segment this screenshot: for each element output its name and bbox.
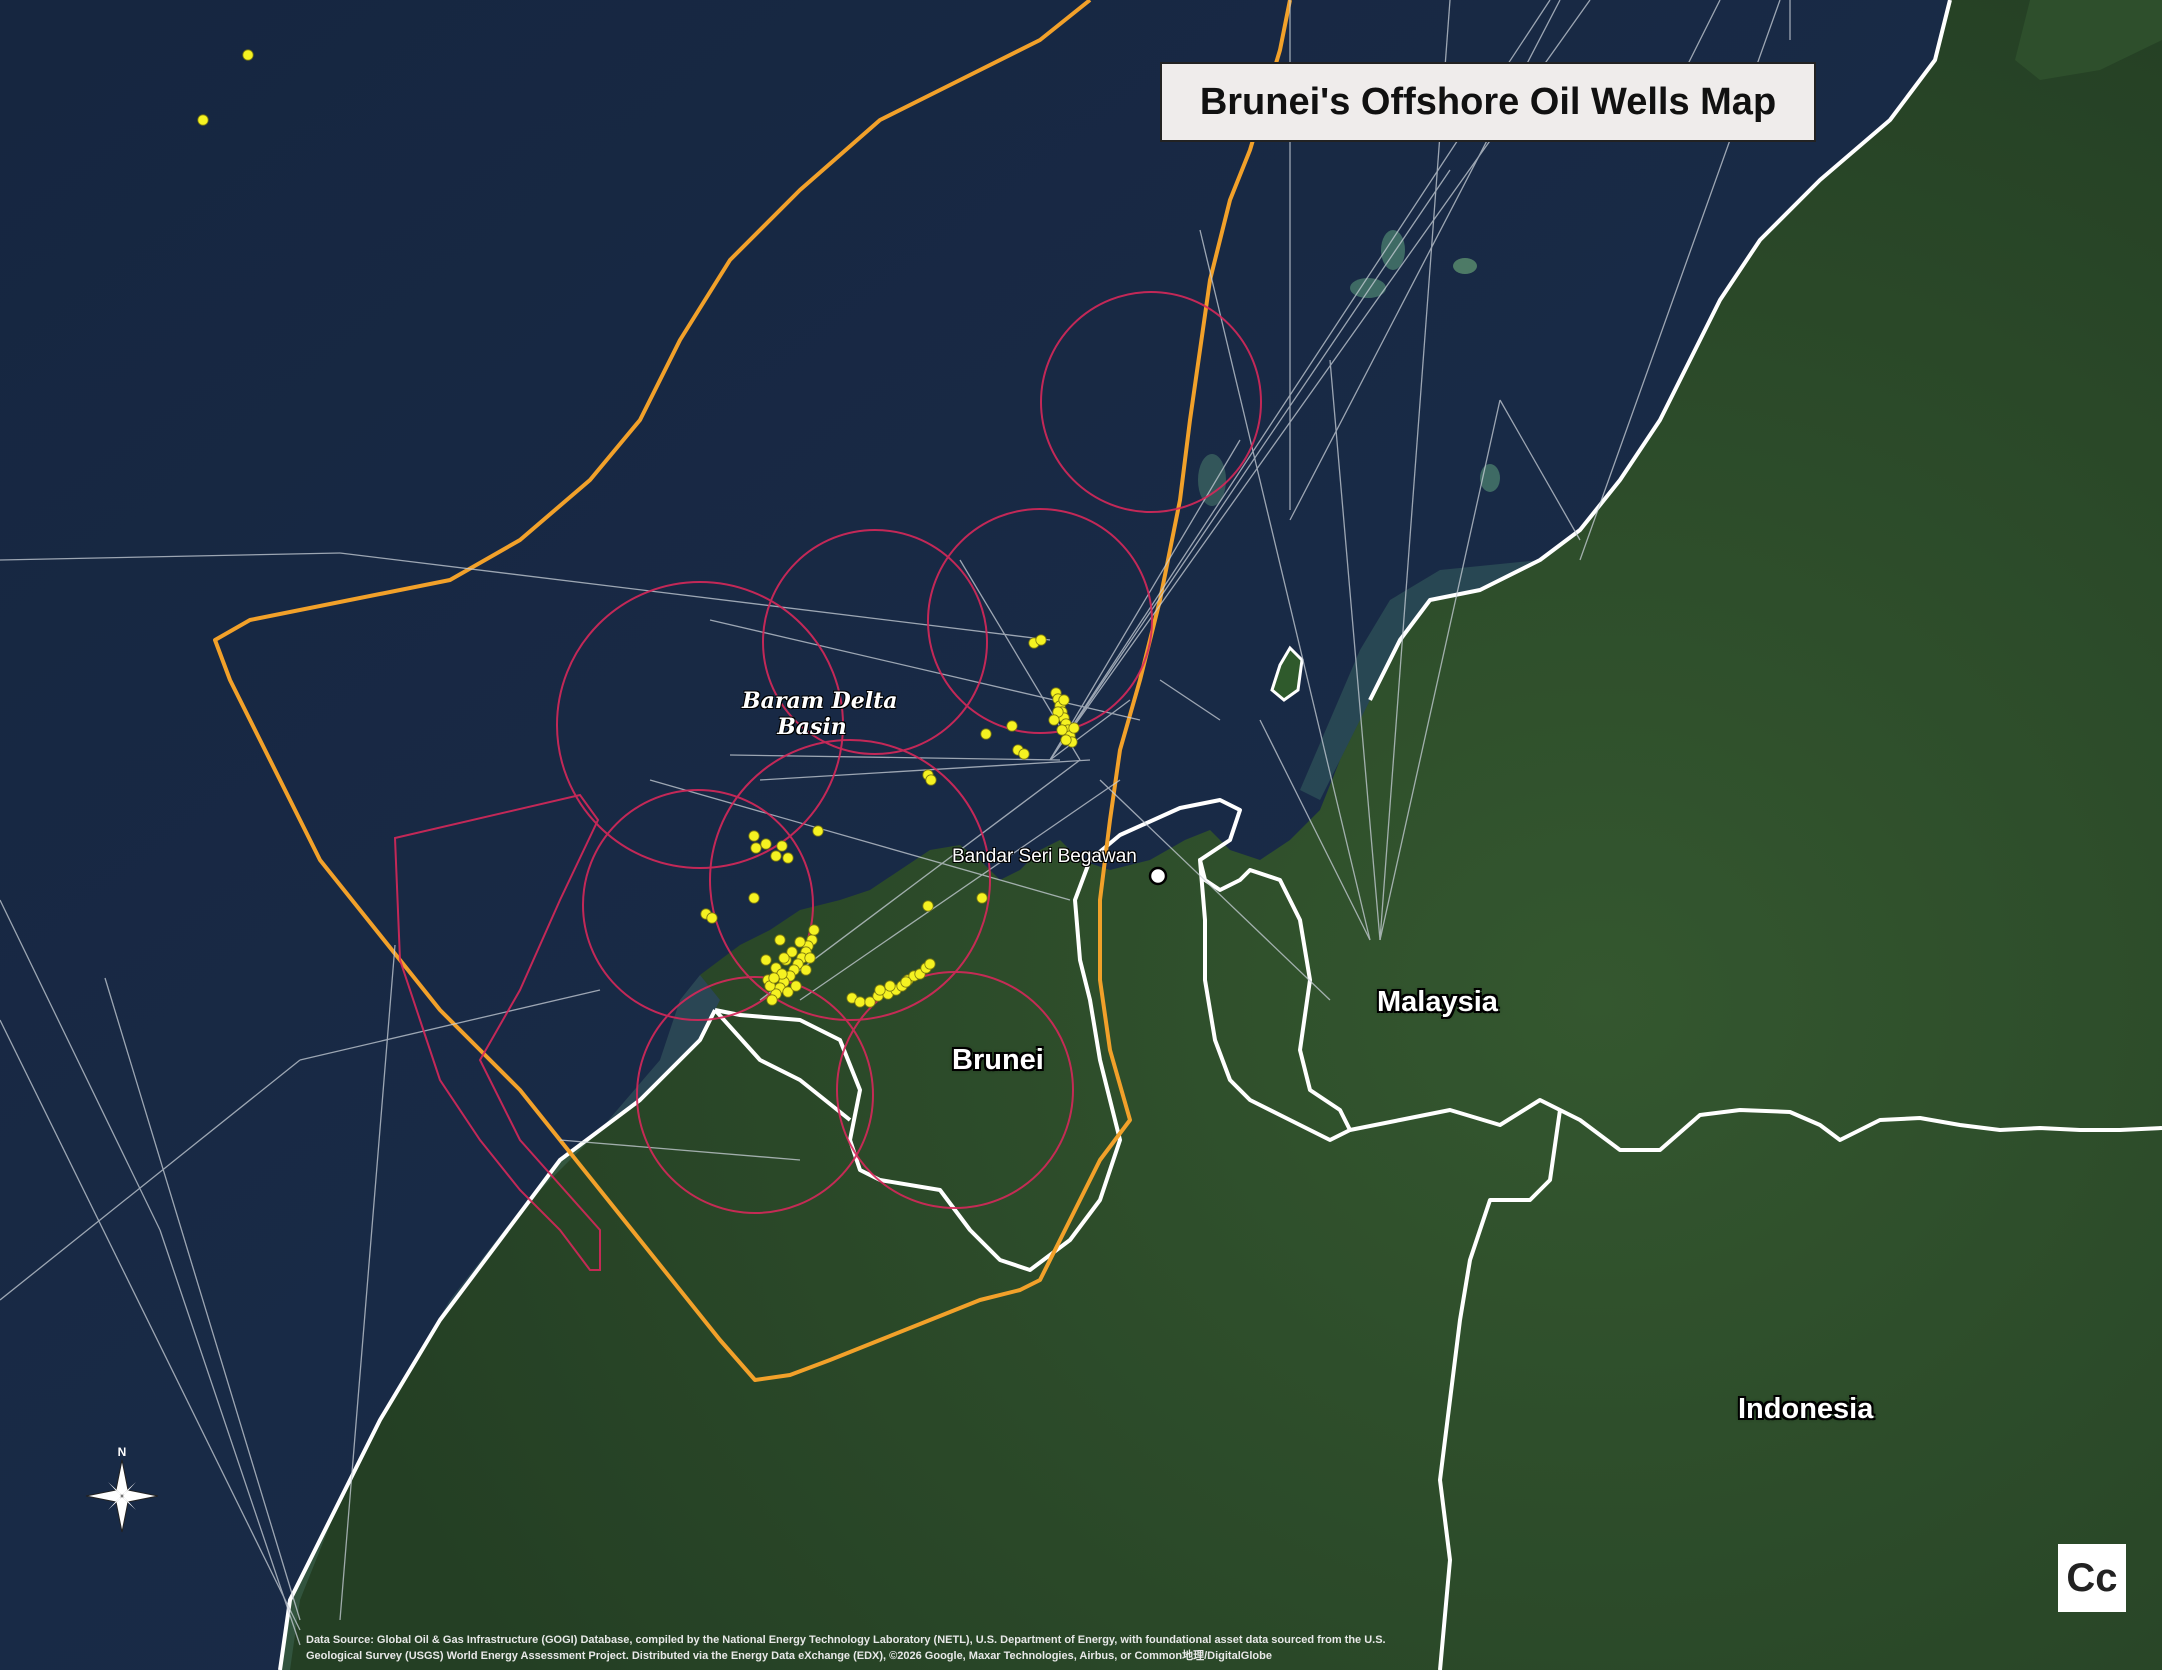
oil-well-marker-icon[interactable] [794,936,806,948]
oil-well-marker-icon[interactable] [1056,724,1068,736]
oil-well-marker-icon[interactable] [804,952,816,964]
oil-well-marker-icon[interactable] [776,840,788,852]
credit-line-1: Data Source: Global Oil & Gas Infrastruc… [306,1634,1386,1646]
map-title: Brunei's Offshore Oil Wells Map [1160,62,1816,142]
credit-line-2: Geological Survey (USGS) World Energy As… [306,1650,1272,1662]
oil-well-marker-icon[interactable] [766,994,778,1006]
country-label-brunei: Brunei [952,1044,1044,1076]
capital-city-label: Bandar Seri Begawan [952,846,1137,867]
oil-well-marker-icon[interactable] [922,900,934,912]
oil-well-marker-icon[interactable] [808,924,820,936]
oil-well-marker-icon[interactable] [925,774,937,786]
basin-label-line-2: Basin [777,714,847,740]
oil-well-marker-icon[interactable] [706,912,718,924]
oil-well-marker-icon[interactable] [768,972,780,984]
oil-well-marker-icon[interactable] [854,996,866,1008]
basin-label: Baram Delta Basin [742,688,898,740]
oil-well-marker-icon[interactable] [884,980,896,992]
map-view[interactable]: N Brunei's Offshore Oil Wells Map Baram … [0,0,2162,1670]
oil-well-marker-icon[interactable] [900,976,912,988]
oil-well-marker-icon[interactable] [760,954,772,966]
oil-well-marker-icon[interactable] [782,852,794,864]
oil-well-marker-icon[interactable] [770,850,782,862]
oil-well-marker-icon[interactable] [748,892,760,904]
oil-well-marker-icon[interactable] [800,964,812,976]
capital-city-marker-icon[interactable] [1148,866,1168,886]
oil-well-marker-icon[interactable] [1068,722,1080,734]
oil-well-marker-icon[interactable] [750,842,762,854]
oil-well-marker-icon[interactable] [1035,634,1047,646]
data-source-credit: Data Source: Global Oil & Gas Infrastruc… [306,1632,1506,1664]
country-label-malaysia: Malaysia [1377,986,1498,1018]
oil-well-marker-icon[interactable] [1018,748,1030,760]
oil-well-marker-icon[interactable] [1048,714,1060,726]
oil-well-marker-icon[interactable] [812,825,824,837]
country-label-indonesia: Indonesia [1738,1393,1874,1425]
publisher-logo-icon[interactable]: Cc [2058,1544,2126,1612]
oil-well-marker-icon[interactable] [760,838,772,850]
oil-well-marker-icon[interactable] [874,984,886,996]
oil-well-marker-icon[interactable] [1058,694,1070,706]
oil-well-marker-icon[interactable] [1006,720,1018,732]
island [1381,230,1405,270]
oil-well-marker-icon[interactable] [242,49,254,61]
oil-well-marker-icon[interactable] [924,958,936,970]
oil-well-marker-icon[interactable] [774,934,786,946]
oil-well-marker-icon[interactable] [790,980,802,992]
basin-label-line-1: Baram Delta [742,688,898,714]
oil-well-marker-icon[interactable] [197,114,209,126]
oil-well-marker-icon[interactable] [778,952,790,964]
oil-well-marker-icon[interactable] [976,892,988,904]
island [1453,258,1477,274]
north-arrow-letter: N [118,1445,127,1459]
oil-well-marker-icon[interactable] [1060,734,1072,746]
oil-well-marker-icon[interactable] [748,830,760,842]
oil-well-marker-icon[interactable] [980,728,992,740]
